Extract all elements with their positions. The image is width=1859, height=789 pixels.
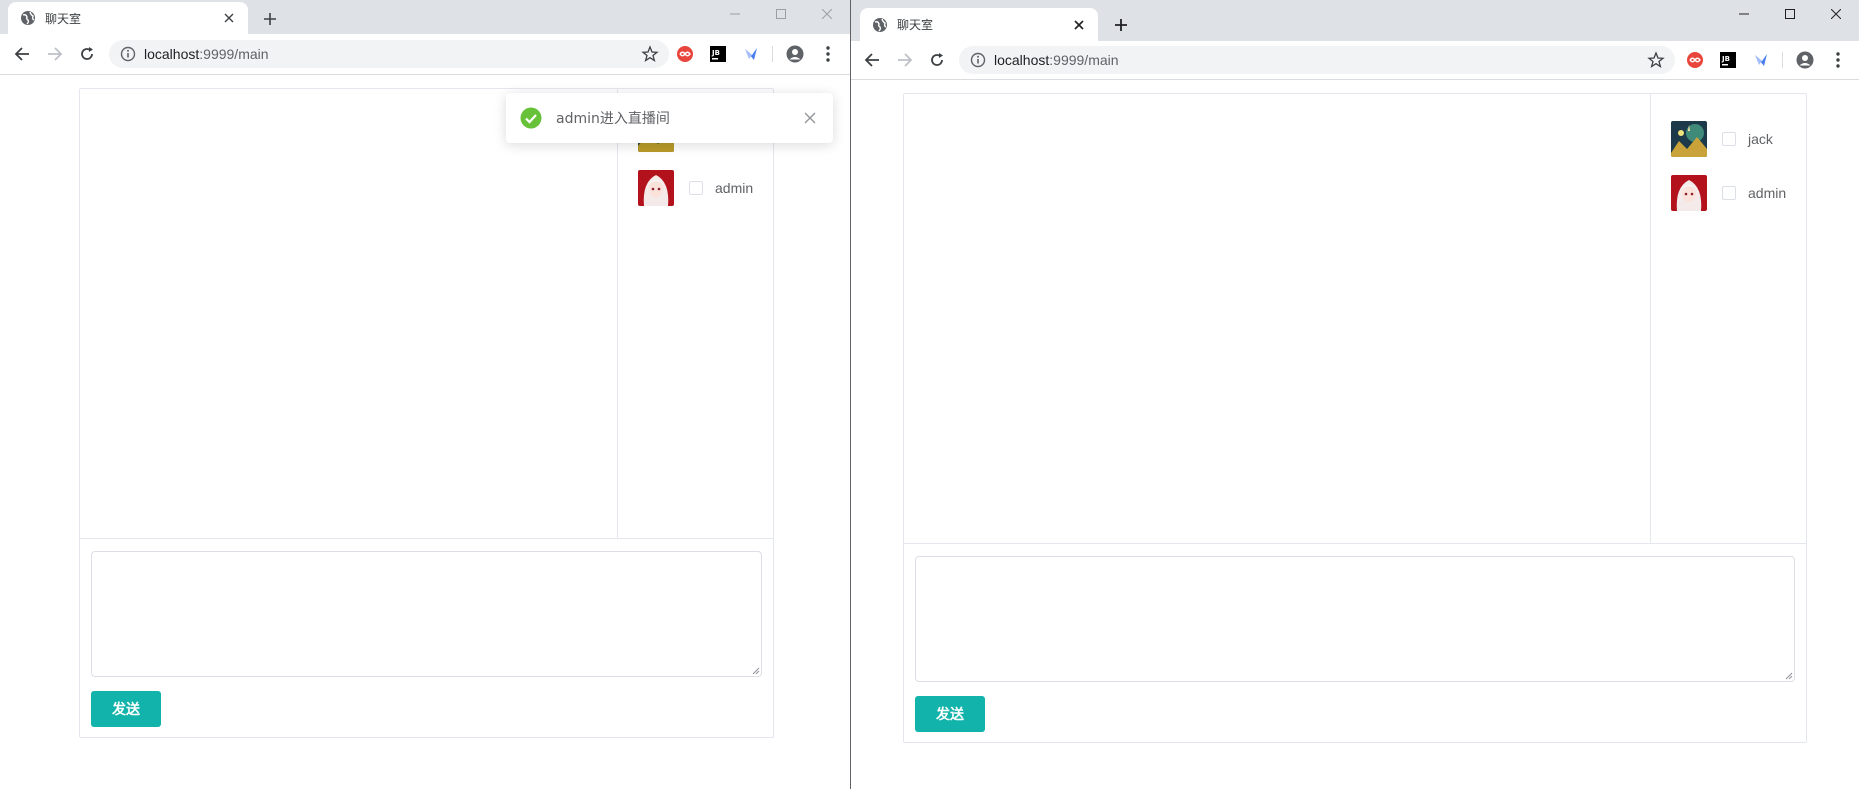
back-icon[interactable] bbox=[860, 48, 884, 72]
bird-extension-icon[interactable] bbox=[1753, 52, 1769, 68]
notification-toast: admin进入直播间 bbox=[506, 93, 833, 143]
window-close-icon[interactable] bbox=[804, 0, 850, 28]
message-area bbox=[904, 94, 1651, 544]
menu-icon[interactable] bbox=[820, 46, 836, 62]
anime-girl-avatar bbox=[1671, 175, 1707, 211]
user-name: admin bbox=[715, 180, 754, 196]
globe-icon bbox=[873, 17, 887, 32]
user-list-item[interactable]: admin bbox=[1651, 175, 1806, 211]
toast-close-icon[interactable] bbox=[803, 111, 817, 125]
tab-chatroom[interactable]: 聊天室 bbox=[860, 8, 1098, 41]
user-checkbox[interactable] bbox=[689, 181, 703, 195]
success-check-icon bbox=[520, 107, 542, 129]
maximize-icon[interactable] bbox=[1767, 0, 1813, 28]
browser-toolbar: localhost:9999/main JB bbox=[851, 41, 1859, 80]
tab-chatroom[interactable]: 聊天室 bbox=[8, 2, 248, 34]
user-checkbox[interactable] bbox=[1722, 186, 1736, 200]
tab-title: 聊天室 bbox=[897, 18, 934, 32]
back-icon[interactable] bbox=[10, 42, 34, 66]
user-list: jack admin bbox=[1651, 94, 1806, 544]
maximize-icon[interactable] bbox=[758, 0, 804, 28]
tab-strip: 聊天室 bbox=[851, 0, 1859, 41]
star-icon[interactable] bbox=[641, 45, 659, 63]
window-close-icon[interactable] bbox=[1813, 0, 1859, 28]
user-list: admin bbox=[618, 89, 773, 539]
new-tab-plus-icon[interactable] bbox=[1110, 14, 1132, 36]
message-input[interactable] bbox=[91, 551, 762, 677]
info-icon[interactable] bbox=[970, 52, 986, 68]
tab-title: 聊天室 bbox=[45, 11, 82, 26]
message-area bbox=[80, 89, 618, 539]
browser-toolbar: localhost:9999/main JB bbox=[0, 34, 850, 75]
window-controls bbox=[712, 0, 850, 28]
user-list-item[interactable]: admin bbox=[618, 170, 773, 206]
menu-icon[interactable] bbox=[1830, 52, 1846, 68]
reload-icon[interactable] bbox=[75, 42, 99, 66]
user-name: admin bbox=[1748, 185, 1787, 201]
new-tab-plus-icon[interactable] bbox=[259, 8, 281, 30]
close-icon[interactable] bbox=[1070, 16, 1088, 34]
user-checkbox[interactable] bbox=[1722, 132, 1736, 146]
url-text: localhost:9999/main bbox=[994, 52, 1119, 68]
address-bar[interactable]: localhost:9999/main bbox=[959, 46, 1675, 74]
toast-message: admin进入直播间 bbox=[556, 111, 670, 127]
jetbrains-extension-icon[interactable]: JB bbox=[1720, 52, 1736, 68]
send-button[interactable]: 发送 bbox=[915, 696, 985, 732]
toolbar-separator bbox=[772, 46, 773, 62]
anime-girl-avatar bbox=[638, 170, 674, 206]
jetbrains-extension-icon[interactable]: JB bbox=[710, 46, 726, 62]
infinity-extension-icon[interactable] bbox=[1687, 52, 1703, 68]
reload-icon[interactable] bbox=[925, 48, 949, 72]
url-text: localhost:9999/main bbox=[144, 46, 269, 62]
resize-handle-icon[interactable] bbox=[751, 666, 760, 675]
profile-icon[interactable] bbox=[1796, 51, 1814, 69]
window-controls bbox=[1721, 0, 1859, 28]
close-icon[interactable] bbox=[220, 9, 238, 27]
tab-strip: 聊天室 bbox=[0, 0, 850, 34]
toolbar-separator bbox=[1782, 52, 1783, 68]
info-icon[interactable] bbox=[120, 46, 136, 62]
minimize-icon[interactable] bbox=[712, 0, 758, 28]
infinity-extension-icon[interactable] bbox=[677, 46, 693, 62]
resize-handle-icon[interactable] bbox=[1784, 671, 1793, 680]
browser-window-left: 聊天室 localhost:9999/main JB admin 发送 admi… bbox=[0, 0, 850, 789]
message-input[interactable] bbox=[915, 556, 1795, 682]
chat-panel: jack admin 发送 bbox=[903, 93, 1807, 743]
star-icon[interactable] bbox=[1647, 51, 1665, 69]
send-button[interactable]: 发送 bbox=[91, 691, 161, 727]
minimize-icon[interactable] bbox=[1721, 0, 1767, 28]
user-list-item[interactable]: jack bbox=[1651, 121, 1806, 157]
svg-text:JB: JB bbox=[1721, 55, 1730, 63]
forward-icon[interactable] bbox=[43, 42, 67, 66]
bird-extension-icon[interactable] bbox=[743, 46, 759, 62]
address-bar[interactable]: localhost:9999/main bbox=[109, 40, 669, 68]
svg-text:JB: JB bbox=[711, 49, 720, 57]
browser-window-right: 聊天室 localhost:9999/main JB jack admin 发送 bbox=[851, 0, 1859, 789]
forward-icon[interactable] bbox=[893, 48, 917, 72]
forest-avatar bbox=[1671, 121, 1707, 157]
user-name: jack bbox=[1748, 131, 1773, 147]
globe-icon bbox=[21, 11, 35, 25]
profile-icon[interactable] bbox=[786, 45, 804, 63]
chat-panel: admin 发送 bbox=[79, 88, 774, 738]
